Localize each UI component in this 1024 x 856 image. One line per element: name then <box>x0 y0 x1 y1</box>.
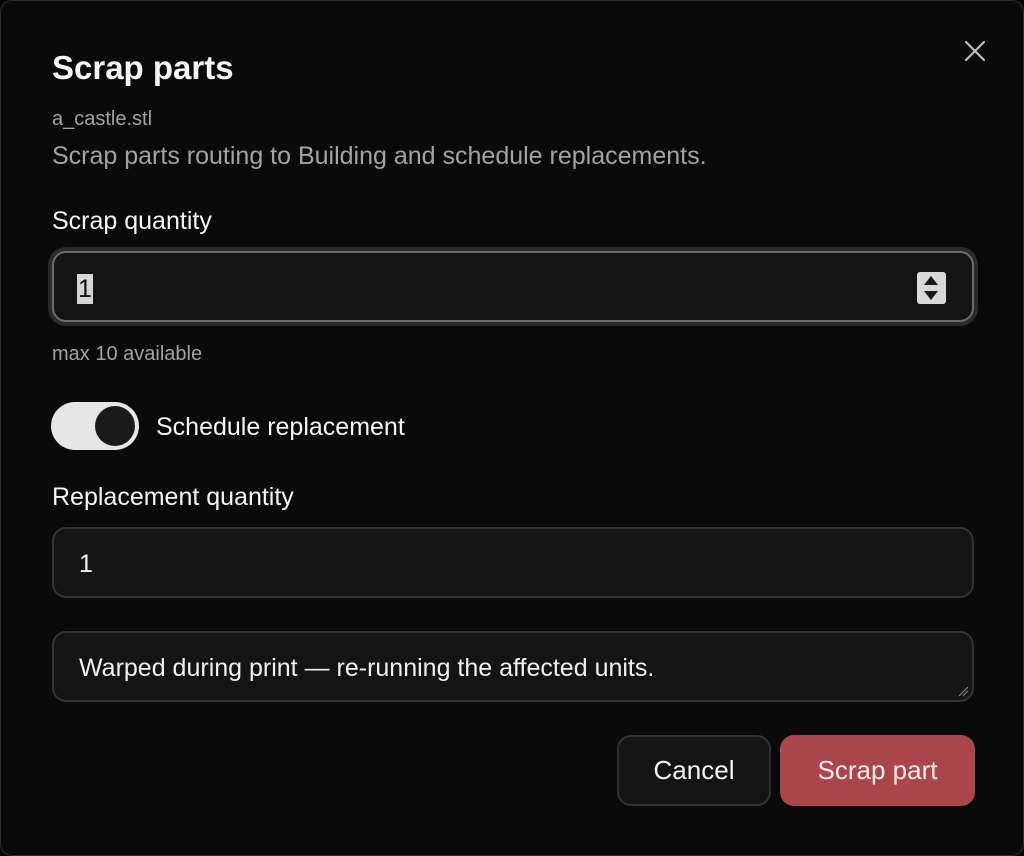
scrap-quantity-value-wrap: 1 <box>77 273 93 304</box>
cancel-button[interactable]: Cancel <box>617 735 771 806</box>
toggle-knob <box>95 406 135 446</box>
schedule-replacement-label[interactable]: Schedule replacement <box>156 411 405 443</box>
replacement-quantity-value: 1 <box>79 550 93 578</box>
dialog-description: Scrap parts routing to Building and sche… <box>52 142 707 170</box>
scrap-quantity-label: Scrap quantity <box>52 207 212 235</box>
replacement-quantity-input[interactable]: 1 <box>52 527 974 598</box>
schedule-replacement-toggle[interactable] <box>51 402 139 450</box>
stepper-down-icon[interactable] <box>924 291 938 300</box>
replacement-quantity-label: Replacement quantity <box>52 483 294 511</box>
scrap-quantity-hint: max 10 available <box>52 343 203 365</box>
resize-grip-icon[interactable] <box>957 685 969 697</box>
close-icon <box>964 40 986 62</box>
scrap-quantity-value: 1 <box>77 273 93 304</box>
scrap-quantity-input[interactable]: 1 <box>52 251 974 322</box>
stepper-up-icon[interactable] <box>924 276 938 285</box>
scrap-parts-dialog: Scrap parts a_castle.stl Scrap parts rou… <box>0 0 1024 856</box>
reason-value: Warped during print — re-running the aff… <box>79 654 655 682</box>
quantity-stepper[interactable] <box>917 272 946 304</box>
scrap-part-button[interactable]: Scrap part <box>780 735 975 806</box>
file-name: a_castle.stl <box>52 108 153 130</box>
reason-textarea[interactable]: Warped during print — re-running the aff… <box>52 631 974 702</box>
dialog-title: Scrap parts <box>52 49 234 86</box>
close-button[interactable] <box>959 35 991 67</box>
